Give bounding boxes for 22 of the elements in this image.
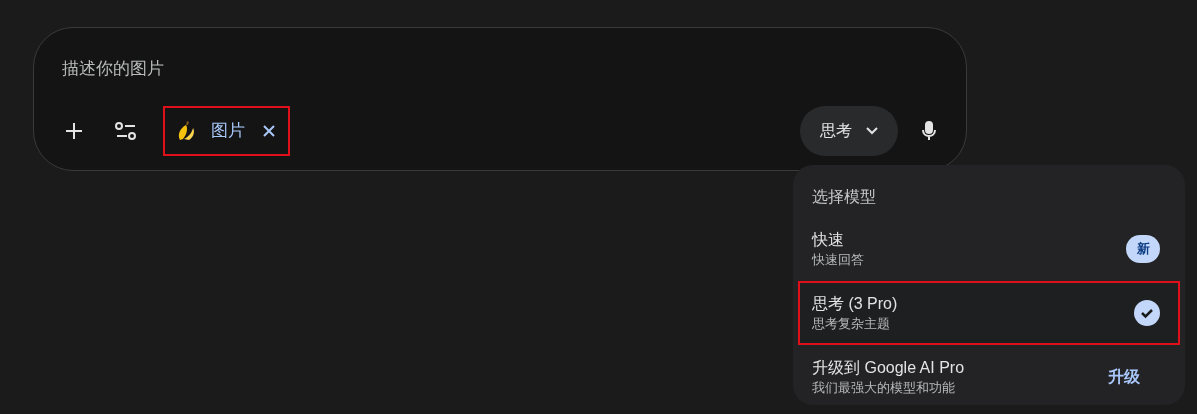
chip-label: 图片 — [211, 120, 245, 143]
menu-title: 选择模型 — [812, 187, 876, 207]
microphone-icon[interactable] — [922, 121, 936, 141]
image-chip[interactable]: 图片 — [163, 106, 290, 156]
chevron-down-icon — [866, 127, 878, 135]
close-icon[interactable] — [263, 125, 275, 137]
new-badge: 新 — [1126, 235, 1160, 263]
model-option[interactable]: 升级到 Google AI Pro 我们最强大的模型和功能 升级 — [798, 345, 1180, 409]
option-subtitle: 快速回答 — [812, 251, 864, 269]
check-icon — [1134, 300, 1160, 326]
prompt-input[interactable]: 描述你的图片 — [62, 55, 462, 83]
mode-button[interactable]: 思考 — [800, 106, 898, 156]
option-title: 升级到 Google AI Pro — [812, 358, 965, 378]
model-option[interactable]: 思考 (3 Pro) 思考复杂主题 — [798, 281, 1180, 345]
add-icon[interactable] — [65, 122, 83, 140]
option-title: 快速 — [812, 230, 845, 250]
tune-icon[interactable] — [115, 121, 137, 141]
option-title: 思考 (3 Pro) — [812, 294, 898, 314]
model-option[interactable]: 快速 快速回答 新 — [798, 217, 1180, 281]
option-subtitle: 思考复杂主题 — [812, 315, 891, 333]
upgrade-link[interactable]: 升级 — [1108, 365, 1140, 389]
option-subtitle: 我们最强大的模型和功能 — [812, 379, 956, 397]
